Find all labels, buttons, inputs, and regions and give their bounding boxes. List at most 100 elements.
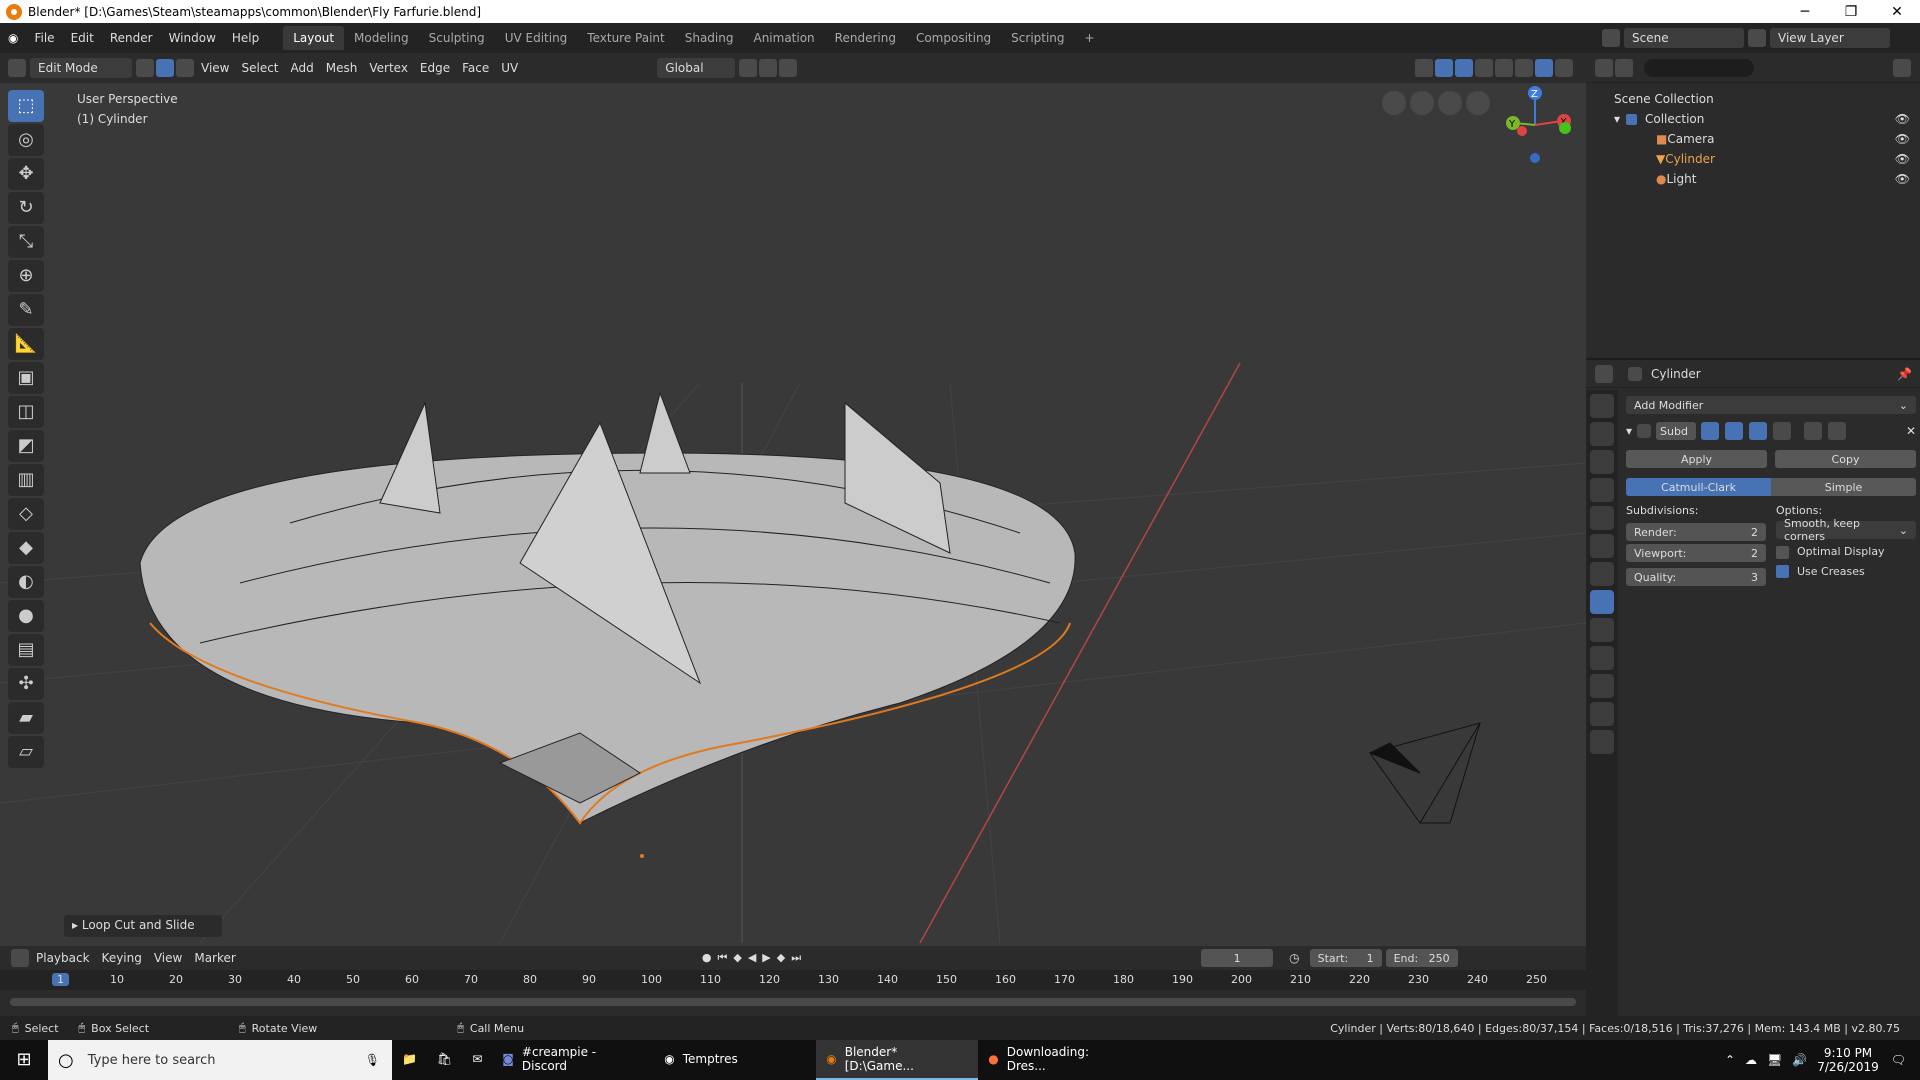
viewport-levels-field[interactable]: Viewport: 2 — [1626, 544, 1766, 562]
tool-tab-icon[interactable] — [1590, 394, 1614, 418]
scene-tab-icon[interactable] — [1590, 506, 1614, 530]
vertex-select-icon[interactable] — [136, 59, 154, 77]
record-icon[interactable]: ● — [702, 951, 712, 965]
frame-ruler[interactable]: 1 10 20 30 40 50 60 70 80 90 100 110 120 130 140 150 160… — [0, 970, 1586, 990]
outliner-item-camera[interactable]: ■ Camera 👁 — [1586, 129, 1920, 149]
notifications-icon[interactable]: 🗨 — [1891, 1053, 1906, 1067]
menu-help[interactable]: Help — [224, 31, 267, 45]
simple-button[interactable]: Simple — [1771, 478, 1916, 496]
timeline-editor-icon[interactable] — [11, 949, 29, 967]
menu-add[interactable]: Add — [285, 58, 320, 78]
show-viewport-icon[interactable] — [1725, 422, 1744, 440]
optimal-display-checkbox[interactable]: Optimal Display — [1776, 545, 1916, 559]
object-tab-icon[interactable] — [1590, 562, 1614, 586]
knife-tool-icon[interactable]: ◇ — [8, 498, 44, 530]
onedrive-icon[interactable]: ☁ — [1745, 1053, 1757, 1067]
add-workspace-button[interactable]: + — [1075, 26, 1105, 50]
rotate-tool-icon[interactable]: ↻ — [8, 192, 44, 224]
modifier-tab-icon[interactable] — [1590, 590, 1614, 614]
extrude-tool-icon[interactable]: ▣ — [8, 362, 44, 394]
pin-icon[interactable]: 📌 — [1897, 367, 1912, 381]
xray-icon[interactable] — [1475, 59, 1493, 77]
menu-mesh[interactable]: Mesh — [320, 58, 364, 78]
shear-tool-icon[interactable]: ▰ — [8, 702, 44, 734]
view-layer-selector[interactable]: View Layer — [1770, 28, 1890, 48]
loop-cut-tool-icon[interactable]: ▥ — [8, 464, 44, 496]
zoom-icon[interactable] — [1466, 91, 1490, 115]
menu-keying[interactable]: Keying — [96, 948, 148, 968]
apply-button[interactable]: Apply — [1626, 450, 1767, 468]
proportional-edit-icon[interactable] — [779, 59, 798, 77]
edge-slide-tool-icon[interactable]: ▤ — [8, 634, 44, 666]
play-reverse-icon[interactable]: ◀ — [748, 951, 756, 965]
world-tab-icon[interactable] — [1590, 534, 1614, 558]
outliner-collection[interactable]: ▾ Collection 👁 — [1586, 109, 1920, 129]
rip-region-tool-icon[interactable]: ▱ — [8, 736, 44, 768]
outliner-item-light[interactable]: ● Light 👁 — [1586, 169, 1920, 189]
current-frame-field[interactable]: 1 — [1201, 949, 1274, 967]
show-cage-icon[interactable] — [1773, 422, 1792, 440]
next-key-icon[interactable]: ◆ — [777, 951, 785, 965]
play-icon[interactable]: ▶ — [762, 951, 770, 965]
menu-marker[interactable]: Marker — [188, 948, 241, 968]
tab-compositing[interactable]: Compositing — [906, 26, 1001, 50]
tab-animation[interactable]: Animation — [743, 26, 824, 50]
tab-texture-paint[interactable]: Texture Paint — [577, 26, 674, 50]
annotate-tool-icon[interactable]: ✎ — [8, 294, 44, 326]
poly-build-tool-icon[interactable]: ◆ — [8, 532, 44, 564]
menu-edit[interactable]: Edit — [63, 31, 102, 45]
move-up-icon[interactable] — [1804, 422, 1823, 440]
tray-chevron-icon[interactable]: ⌃ — [1725, 1053, 1735, 1067]
blender-menu-icon[interactable]: ◉ — [0, 31, 26, 45]
wireframe-shading-icon[interactable] — [1495, 59, 1513, 77]
menu-vertex[interactable]: Vertex — [363, 58, 414, 78]
file-explorer-icon[interactable]: 📁 — [392, 1040, 427, 1080]
quality-field[interactable]: Quality: 3 — [1626, 568, 1766, 586]
close-button[interactable]: ✕ — [1874, 4, 1920, 20]
catmull-clark-button[interactable]: Catmull-Clark — [1626, 478, 1771, 496]
scene-icon[interactable] — [1602, 29, 1620, 47]
outliner-scene-collection[interactable]: Scene Collection — [1586, 89, 1920, 109]
taskbar-search[interactable]: ○ Type here to search 🎙 — [48, 1040, 392, 1080]
outliner-editor-icon[interactable] — [1595, 58, 1613, 77]
grid-icon[interactable] — [1382, 91, 1406, 115]
mode-selector[interactable]: Edit Mode — [30, 58, 132, 78]
taskbar-steam[interactable]: ◉ Temptres — [654, 1040, 816, 1080]
face-select-icon[interactable] — [176, 59, 194, 77]
transform-orientation[interactable]: Global — [657, 58, 736, 78]
maximize-button[interactable]: ❐ — [1828, 4, 1874, 20]
inset-tool-icon[interactable]: ◫ — [8, 396, 44, 428]
tab-uv-editing[interactable]: UV Editing — [495, 26, 578, 50]
minimize-button[interactable]: ─ — [1782, 4, 1828, 20]
uv-smooth-dropdown[interactable]: Smooth, keep corners ⌄ — [1776, 517, 1916, 543]
add-modifier-dropdown[interactable]: Add Modifier ⌄ — [1626, 396, 1916, 414]
select-box-tool-icon[interactable]: ⬚ — [8, 90, 44, 122]
modifier-name-field[interactable]: Subd — [1656, 422, 1697, 440]
outliner-item-cylinder[interactable]: ▼ Cylinder 👁 — [1586, 149, 1920, 169]
remove-modifier-icon[interactable]: ✕ — [1906, 424, 1916, 438]
solid-shading-icon[interactable] — [1515, 59, 1533, 77]
menu-view[interactable]: View — [195, 58, 235, 78]
show-editmode-icon[interactable] — [1749, 422, 1768, 440]
volume-icon[interactable]: 🔊 — [1792, 1053, 1807, 1067]
menu-window[interactable]: Window — [161, 31, 224, 45]
data-tab-icon[interactable] — [1590, 702, 1614, 726]
network-icon[interactable]: 🖥 — [1767, 1053, 1782, 1067]
show-render-icon[interactable] — [1701, 422, 1720, 440]
start-frame-field[interactable]: Start: 1 — [1309, 949, 1382, 967]
pan-hand-icon[interactable] — [1438, 91, 1462, 115]
spin-tool-icon[interactable]: ◐ — [8, 566, 44, 598]
constraints-tab-icon[interactable] — [1590, 674, 1614, 698]
bevel-tool-icon[interactable]: ◩ — [8, 430, 44, 462]
move-down-icon[interactable] — [1828, 422, 1847, 440]
tab-modeling[interactable]: Modeling — [344, 26, 419, 50]
jump-end-icon[interactable]: ⏭ — [791, 951, 801, 965]
menu-file[interactable]: File — [26, 31, 62, 45]
mail-icon[interactable]: ✉ — [462, 1040, 492, 1080]
view-layer-tab-icon[interactable] — [1590, 478, 1614, 502]
menu-face[interactable]: Face — [456, 58, 495, 78]
properties-editor-icon[interactable] — [1595, 364, 1613, 383]
edge-select-icon[interactable] — [156, 59, 174, 77]
jump-start-icon[interactable]: ⏮ — [717, 951, 727, 965]
tab-sculpting[interactable]: Sculpting — [419, 26, 495, 50]
